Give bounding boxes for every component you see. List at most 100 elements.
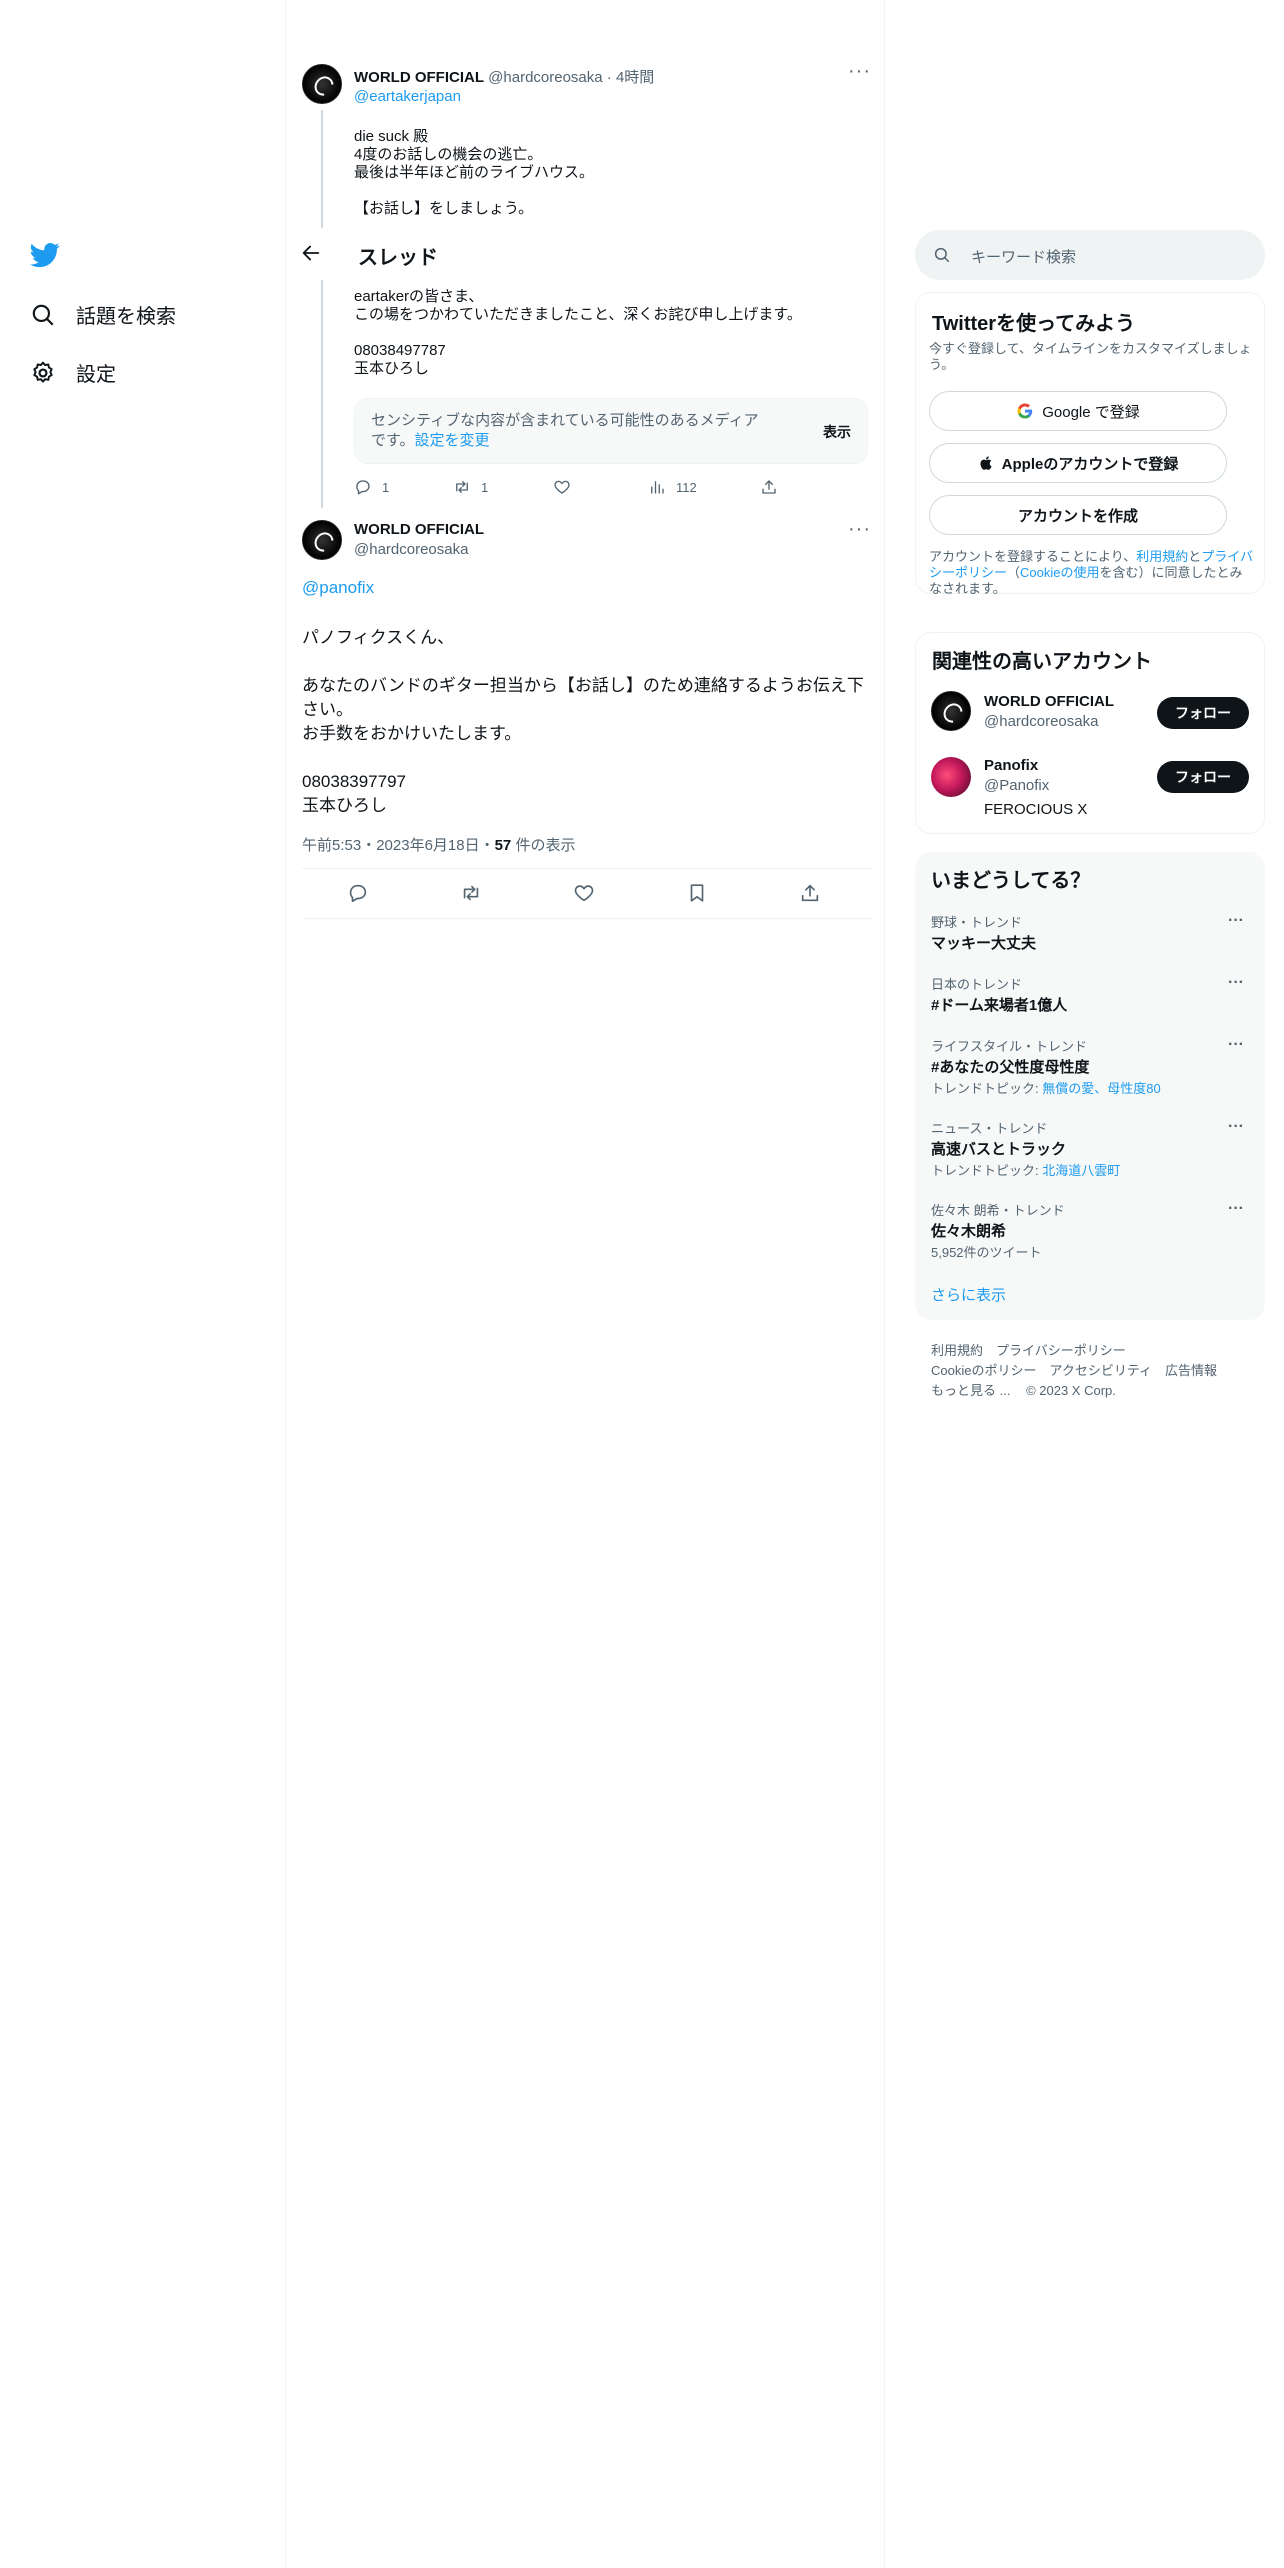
handle[interactable]: @hardcoreosaka [488, 69, 602, 86]
trend-name: #あなたの父性度母性度 [931, 1059, 1090, 1076]
create-account-button[interactable]: アカウントを作成 [929, 495, 1227, 535]
more-options-icon[interactable]: ··· [1228, 974, 1244, 992]
heart-icon [574, 885, 594, 902]
more-options-icon[interactable]: ··· [1228, 1200, 1244, 1218]
more-options-icon[interactable]: ··· [1228, 912, 1244, 930]
retweet-count: 1 [481, 479, 489, 495]
search-box[interactable]: キーワード検索 [915, 230, 1265, 280]
account-name[interactable]: Panofix [984, 757, 1038, 774]
trend-item[interactable]: 日本のトレンド #ドーム来場者1億人 ··· [915, 970, 1265, 1026]
more-options-icon[interactable]: ··· [1228, 1118, 1244, 1136]
share-action[interactable] [760, 478, 778, 496]
follow-button[interactable]: フォロー [1157, 761, 1249, 793]
handle[interactable]: @hardcoreosaka [354, 541, 468, 558]
retweet-icon [463, 885, 479, 901]
page-title: スレッド [358, 247, 438, 269]
analytics-icon [651, 481, 664, 494]
google-signup-button[interactable]: Google で登録 [929, 391, 1227, 431]
footer-links-2[interactable]: Cookieのポリシー アクセシビリティ 広告情報 [931, 1360, 1217, 1379]
search-icon [32, 304, 54, 326]
trend-item[interactable]: 野球・トレンド マッキー大丈夫 ··· [915, 908, 1265, 964]
trend-name: 佐々木朗希 [931, 1223, 1007, 1240]
cookie-link[interactable]: Cookieの使用 [1020, 565, 1099, 580]
more-options-icon[interactable]: ··· [848, 60, 871, 83]
bookmark-button[interactable] [686, 882, 708, 904]
more-link[interactable]: もっと見る ... [931, 1383, 1010, 1398]
reply-count: 1 [382, 479, 390, 495]
trend-topic-link[interactable]: 無償の愛、母性度80 [1042, 1081, 1160, 1096]
apple-signup-button[interactable]: Appleのアカウントで登録 [929, 443, 1227, 483]
display-name[interactable]: WORLD OFFICIAL [354, 69, 484, 86]
google-icon [1017, 403, 1033, 419]
twitter-logo-icon[interactable] [28, 240, 62, 275]
trend-name: 高速バスとトラック [931, 1141, 1067, 1158]
trend-item[interactable]: ライフスタイル・トレンド #あなたの父性度母性度 トレンドトピック: 無償の愛、… [915, 1032, 1265, 1108]
trends-title: いまどうしてる？ [931, 870, 1091, 892]
related-accounts-card: 関連性の高いアカウント WORLD OFFICIAL @hardcoreosak… [915, 632, 1265, 834]
trend-name: #ドーム来場者1億人 [931, 997, 1068, 1014]
reply-to-link[interactable]: @eartakerjapan [354, 88, 461, 105]
create-account-label: アカウントを作成 [1017, 507, 1138, 525]
reply-icon [356, 480, 370, 495]
main-tweet-text: パノフィクスくん、 あなたのバンドのギター担当から【お話し】のため連絡するようお… [302, 628, 864, 815]
like-action[interactable] [553, 478, 571, 496]
nav-explore[interactable]: 話題を検索 [30, 300, 176, 329]
display-name[interactable]: WORLD OFFICIAL [354, 521, 484, 538]
tweet-time[interactable]: 4時間 [616, 69, 654, 86]
like-button[interactable] [573, 882, 595, 904]
google-signup-label: Google で登録 [1042, 403, 1140, 421]
tweet-count: 5,952件のツイート [931, 1245, 1042, 1260]
share-icon [762, 480, 776, 494]
tweet-text: die suck 殿 4度のお話しの機会の逃亡。 最後は半年ほど前のライブハウス… [354, 128, 595, 217]
terms-link[interactable]: 利用規約 [1136, 549, 1188, 564]
avatar[interactable] [302, 64, 342, 104]
account-handle[interactable]: @Panofix [984, 777, 1049, 794]
views-action[interactable]: 112 [648, 478, 697, 496]
divider [302, 868, 872, 869]
back-arrow-icon[interactable] [300, 242, 322, 269]
nav-settings-label: 設定 [76, 364, 116, 386]
trend-item[interactable]: ニュース・トレンド 高速バスとトラック トレンドトピック: 北海道八雲町 ··· [915, 1114, 1265, 1190]
related-title: 関連性の高いアカウント [932, 651, 1152, 673]
trend-name: マッキー大丈夫 [931, 935, 1037, 952]
account-name[interactable]: WORLD OFFICIAL [984, 693, 1114, 710]
account-handle[interactable]: @hardcoreosaka [984, 713, 1098, 730]
reply-button[interactable] [347, 882, 369, 904]
retweet-icon [456, 481, 468, 493]
parent-tweet-header: WORLD OFFICIAL @hardcoreosaka · 4時間 [354, 69, 655, 86]
thread-line [321, 110, 323, 228]
nav-settings[interactable]: 設定 [30, 358, 116, 387]
retweet-button[interactable] [460, 882, 482, 904]
trend-category: 野球・トレンド [931, 915, 1023, 930]
avatar[interactable] [931, 691, 971, 731]
show-more-link[interactable]: さらに表示 [931, 1284, 1006, 1305]
more-options-icon[interactable]: ··· [848, 518, 871, 541]
trend-category: 日本のトレンド [931, 977, 1023, 992]
tweet-timestamp[interactable]: 午前5:53・2023年6月18日・ [302, 837, 495, 854]
thread-line [321, 280, 323, 508]
footer-links-3: もっと見る ... © 2023 X Corp. [931, 1380, 1116, 1399]
trend-category: ニュース・トレンド [931, 1121, 1048, 1136]
footer-links-1[interactable]: 利用規約 プライバシーポリシー [931, 1340, 1126, 1359]
right-divider [884, 0, 885, 2568]
trend-item[interactable]: 佐々木 朗希・トレンド 佐々木朗希 5,952件のツイート ··· [915, 1196, 1265, 1272]
change-settings-link[interactable]: 設定を変更 [415, 432, 490, 449]
avatar[interactable] [931, 757, 971, 797]
retweet-action[interactable]: 1 [453, 478, 488, 496]
legal-text: （ [1007, 565, 1021, 580]
share-button[interactable] [799, 882, 821, 904]
show-button[interactable]: 表示 [823, 422, 851, 442]
follow-button[interactable]: フォロー [1157, 697, 1249, 729]
reply-action[interactable]: 1 [354, 478, 389, 496]
account-bio: FEROCIOUS X [984, 801, 1088, 818]
more-options-icon[interactable]: ··· [1228, 1036, 1244, 1054]
apple-signup-label: Appleのアカウントで登録 [1001, 455, 1179, 473]
trend-topic-label: トレンドトピック: [931, 1163, 1043, 1178]
bookmark-icon [690, 884, 704, 902]
trend-topic-link[interactable]: 北海道八雲町 [1042, 1163, 1120, 1178]
mention-link[interactable]: @panofix [302, 578, 374, 598]
avatar[interactable] [302, 520, 342, 560]
trend-topic-label: トレンドトピック: [931, 1081, 1043, 1096]
divider [302, 918, 872, 919]
signup-card: Twitterを使ってみよう 今すぐ登録して、タイムラインをカスタマイズしましょ… [915, 292, 1265, 596]
